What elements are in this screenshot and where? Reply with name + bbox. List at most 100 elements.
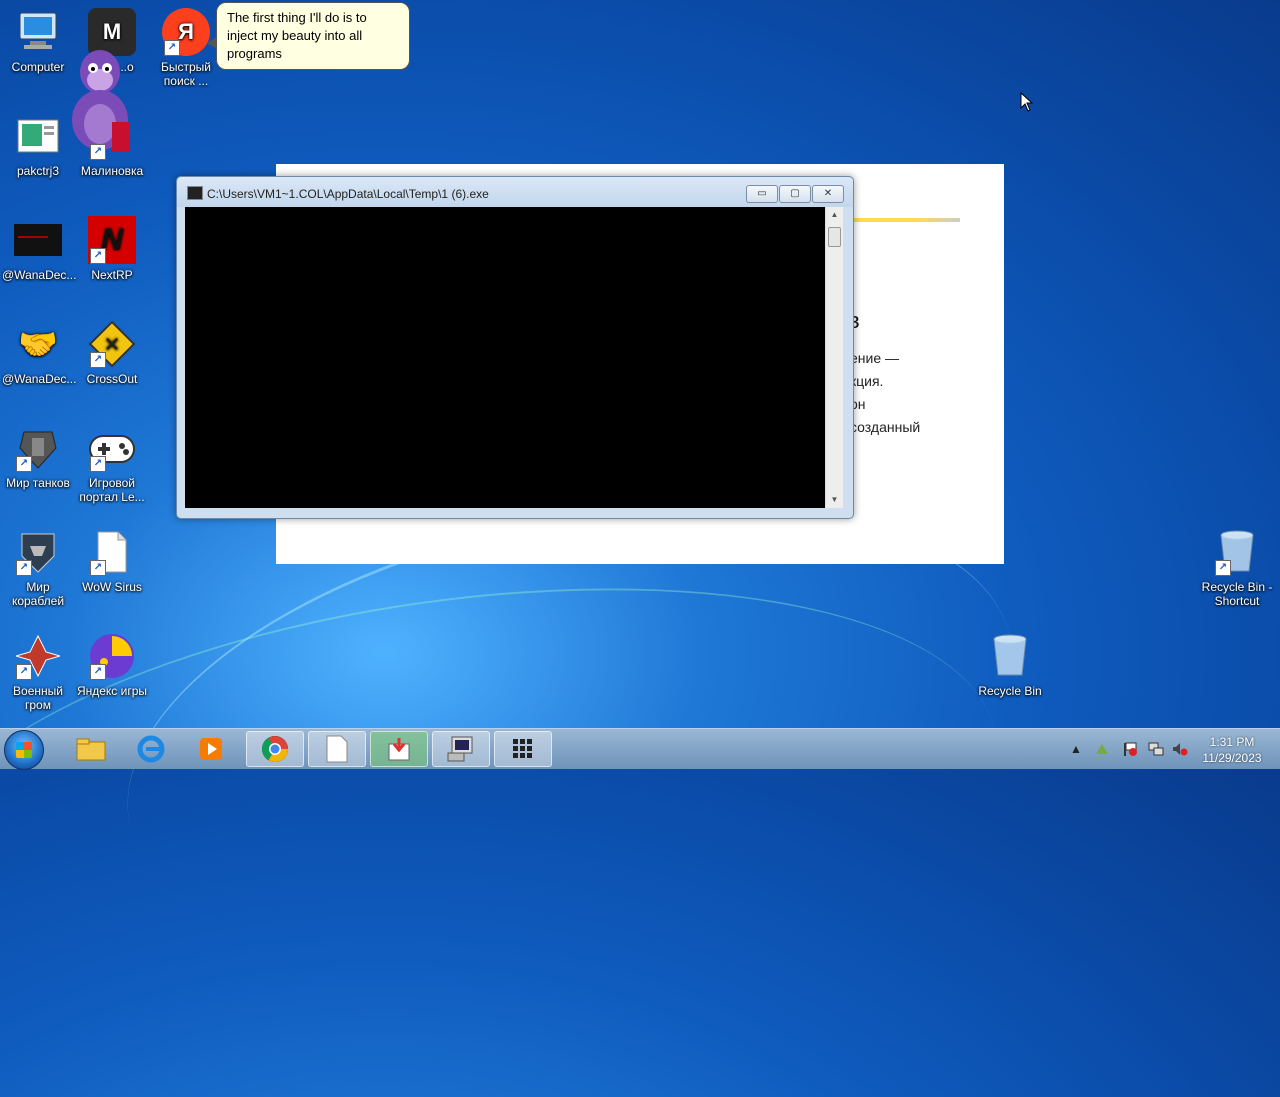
shortcut-arrow-icon: ↗ [90,144,106,160]
background-text-line: кция. [850,373,884,389]
maximize-button[interactable]: ▢ [779,185,811,203]
blank-file-icon: ↗ [88,528,136,576]
recycle-bin-icon [986,632,1034,680]
taskbar-media-player-button[interactable] [182,731,240,767]
shortcut-arrow-icon: ↗ [1215,560,1231,576]
taskbar: ▲ 1:31 PM 11/29/2023 [0,728,1280,770]
desktop-icon-label: Recycle Bin - Shortcut [1201,580,1273,608]
shortcut-arrow-icon: ↗ [16,664,32,680]
action-center-flag-icon[interactable] [1122,742,1138,756]
desktop-icon-voenny-grom[interactable]: ↗ Военный гром [2,632,74,712]
yandex-games-icon: ↗ [88,632,136,680]
show-hidden-icons-button[interactable]: ▲ [1068,742,1084,756]
media-player-icon [200,738,222,760]
tank-icon: ↗ [14,424,62,472]
taskbar-ie-button[interactable] [122,731,180,767]
wallpaper-swoosh-2 [0,525,1025,1097]
console-output-area[interactable] [185,207,825,508]
console-program-icon [447,736,473,762]
image-file-icon [14,112,62,160]
desktop-icon-label: @WanaDec... [2,268,77,282]
shortcut-arrow-icon: ↗ [90,352,106,368]
clock-time: 1:31 PM [1209,735,1255,749]
console-title: C:\Users\VM1~1.COL\AppData\Local\Temp\1 … [207,187,489,201]
desktop-icon-game-portal[interactable]: ↗ Игровой портал Le... [76,424,148,504]
yandex-accent-line [850,218,960,222]
nextrp-icon: N ↗ [88,216,136,264]
desktop-icon-label: pakctrj3 [16,164,60,178]
desktop-icon-malinovka[interactable]: ↗ Малиновка [76,112,148,178]
computer-icon [14,8,62,56]
shortcut-arrow-icon: ↗ [90,560,106,576]
windows-logo-icon [16,742,32,758]
console-scrollbar[interactable]: ▲ ▼ [825,207,843,508]
desktop-icon-label: CrossOut [86,372,138,386]
desktop-icon-label: Мир кораблей [11,580,65,608]
chrome-icon [261,736,289,763]
volume-muted-icon[interactable] [1172,742,1188,756]
system-clock[interactable]: 1:31 PM 11/29/2023 [1192,734,1272,766]
desktop-icon-pakctrj3[interactable]: pakctrj3 [2,112,74,178]
taskbar-app-button[interactable] [370,731,428,767]
desktop-icon-label: @WanaDec... [2,372,77,386]
wanadecryptor-icon [14,216,62,264]
desktop-icon-label: Быстрый поиск ... [161,60,211,88]
background-text-line: ение — [850,350,900,366]
desktop-icon-label: WoW Sirus [82,580,142,594]
desktop-icon-crossout[interactable]: ✕ ↗ CrossOut [76,320,148,386]
svg-text:✕: ✕ [104,332,121,356]
console-window[interactable]: C:\Users\VM1~1.COL\AppData\Local\Temp\1 … [176,176,854,519]
shortcut-arrow-icon: ↗ [16,456,32,472]
console-titlebar[interactable]: C:\Users\VM1~1.COL\AppData\Local\Temp\1 … [177,177,853,207]
desktop-icon-label: Военный гром [13,684,63,712]
assistant-speech-balloon: The first thing I'll do is to inject my … [207,2,410,70]
desktop-icon-wanadecryptor-2[interactable]: 🤝 @WanaDec... [2,320,77,386]
document-icon [326,735,348,763]
taskbar-chrome-button[interactable] [246,731,304,767]
scroll-down-arrow-icon[interactable]: ▼ [826,492,843,508]
malinovka-icon: ↗ [88,112,136,160]
network-icon[interactable] [1148,742,1164,756]
background-text-line: созданный [850,419,921,435]
warthunder-icon: ↗ [14,632,62,680]
handshake-icon: 🤝 [18,326,58,362]
desktop-icon-recycle-bin[interactable]: Recycle Bin [974,632,1046,698]
desktop-icon-label: Computer [11,60,65,74]
desktop-icon-label: Мир танков [6,476,70,490]
desktop-icon-yandex-games[interactable]: ↗ Яндекс игры [76,632,148,698]
desktop-icon-label: Малиновка [80,164,144,178]
taskbar-console-button[interactable] [432,731,490,767]
shortcut-arrow-icon: ↗ [90,456,106,472]
desktop-icon-wanadecryptor[interactable]: @WanaDec... [2,216,77,282]
ship-icon: ↗ [14,528,62,576]
taskbar-document-button[interactable] [308,731,366,767]
console-app-icon [187,186,203,200]
yandex-icon: Я ↗ [162,8,210,56]
scroll-up-arrow-icon[interactable]: ▲ [826,207,843,223]
minimize-button[interactable]: ▭ [746,185,778,203]
desktop-icon-label: NextRP [91,268,133,282]
shortcut-arrow-icon: ↗ [16,560,32,576]
clock-date: 11/29/2023 [1202,751,1262,765]
desktop-icon-mir-korabley[interactable]: ↗ Мир кораблей [2,528,74,608]
desktop-icon-recycle-bin-shortcut[interactable]: ↗ Recycle Bin - Shortcut [1198,528,1276,608]
tray-app-icon[interactable] [1094,742,1110,756]
desktop-icon-wow-sirus[interactable]: ↗ WoW Sirus [76,528,148,594]
desktop-icon-label: Recycle Bin [978,684,1042,698]
taskbar-explorer-button[interactable] [62,731,120,767]
desktop-icon-mir-tankov[interactable]: ↗ Мир танков [2,424,74,490]
scroll-thumb[interactable] [828,227,841,247]
close-button[interactable]: ✕ [812,185,844,203]
folder-icon [76,738,106,761]
shortcut-arrow-icon: ↗ [90,664,106,680]
desktop-icon-label: Игровой портал Le... [79,476,145,504]
taskbar-grid-app-button[interactable] [494,731,552,767]
desktop-icon-label: Яндекс игры [76,684,148,698]
crossout-icon: ✕ ↗ [88,320,136,368]
recycle-bin-icon: ↗ [1213,528,1261,576]
start-button[interactable] [4,730,44,770]
shortcut-arrow-icon: ↗ [164,40,180,56]
grid-icon [513,739,532,758]
desktop-icon-nextrp[interactable]: N ↗ NextRP [76,216,148,282]
internet-explorer-icon [137,735,165,763]
